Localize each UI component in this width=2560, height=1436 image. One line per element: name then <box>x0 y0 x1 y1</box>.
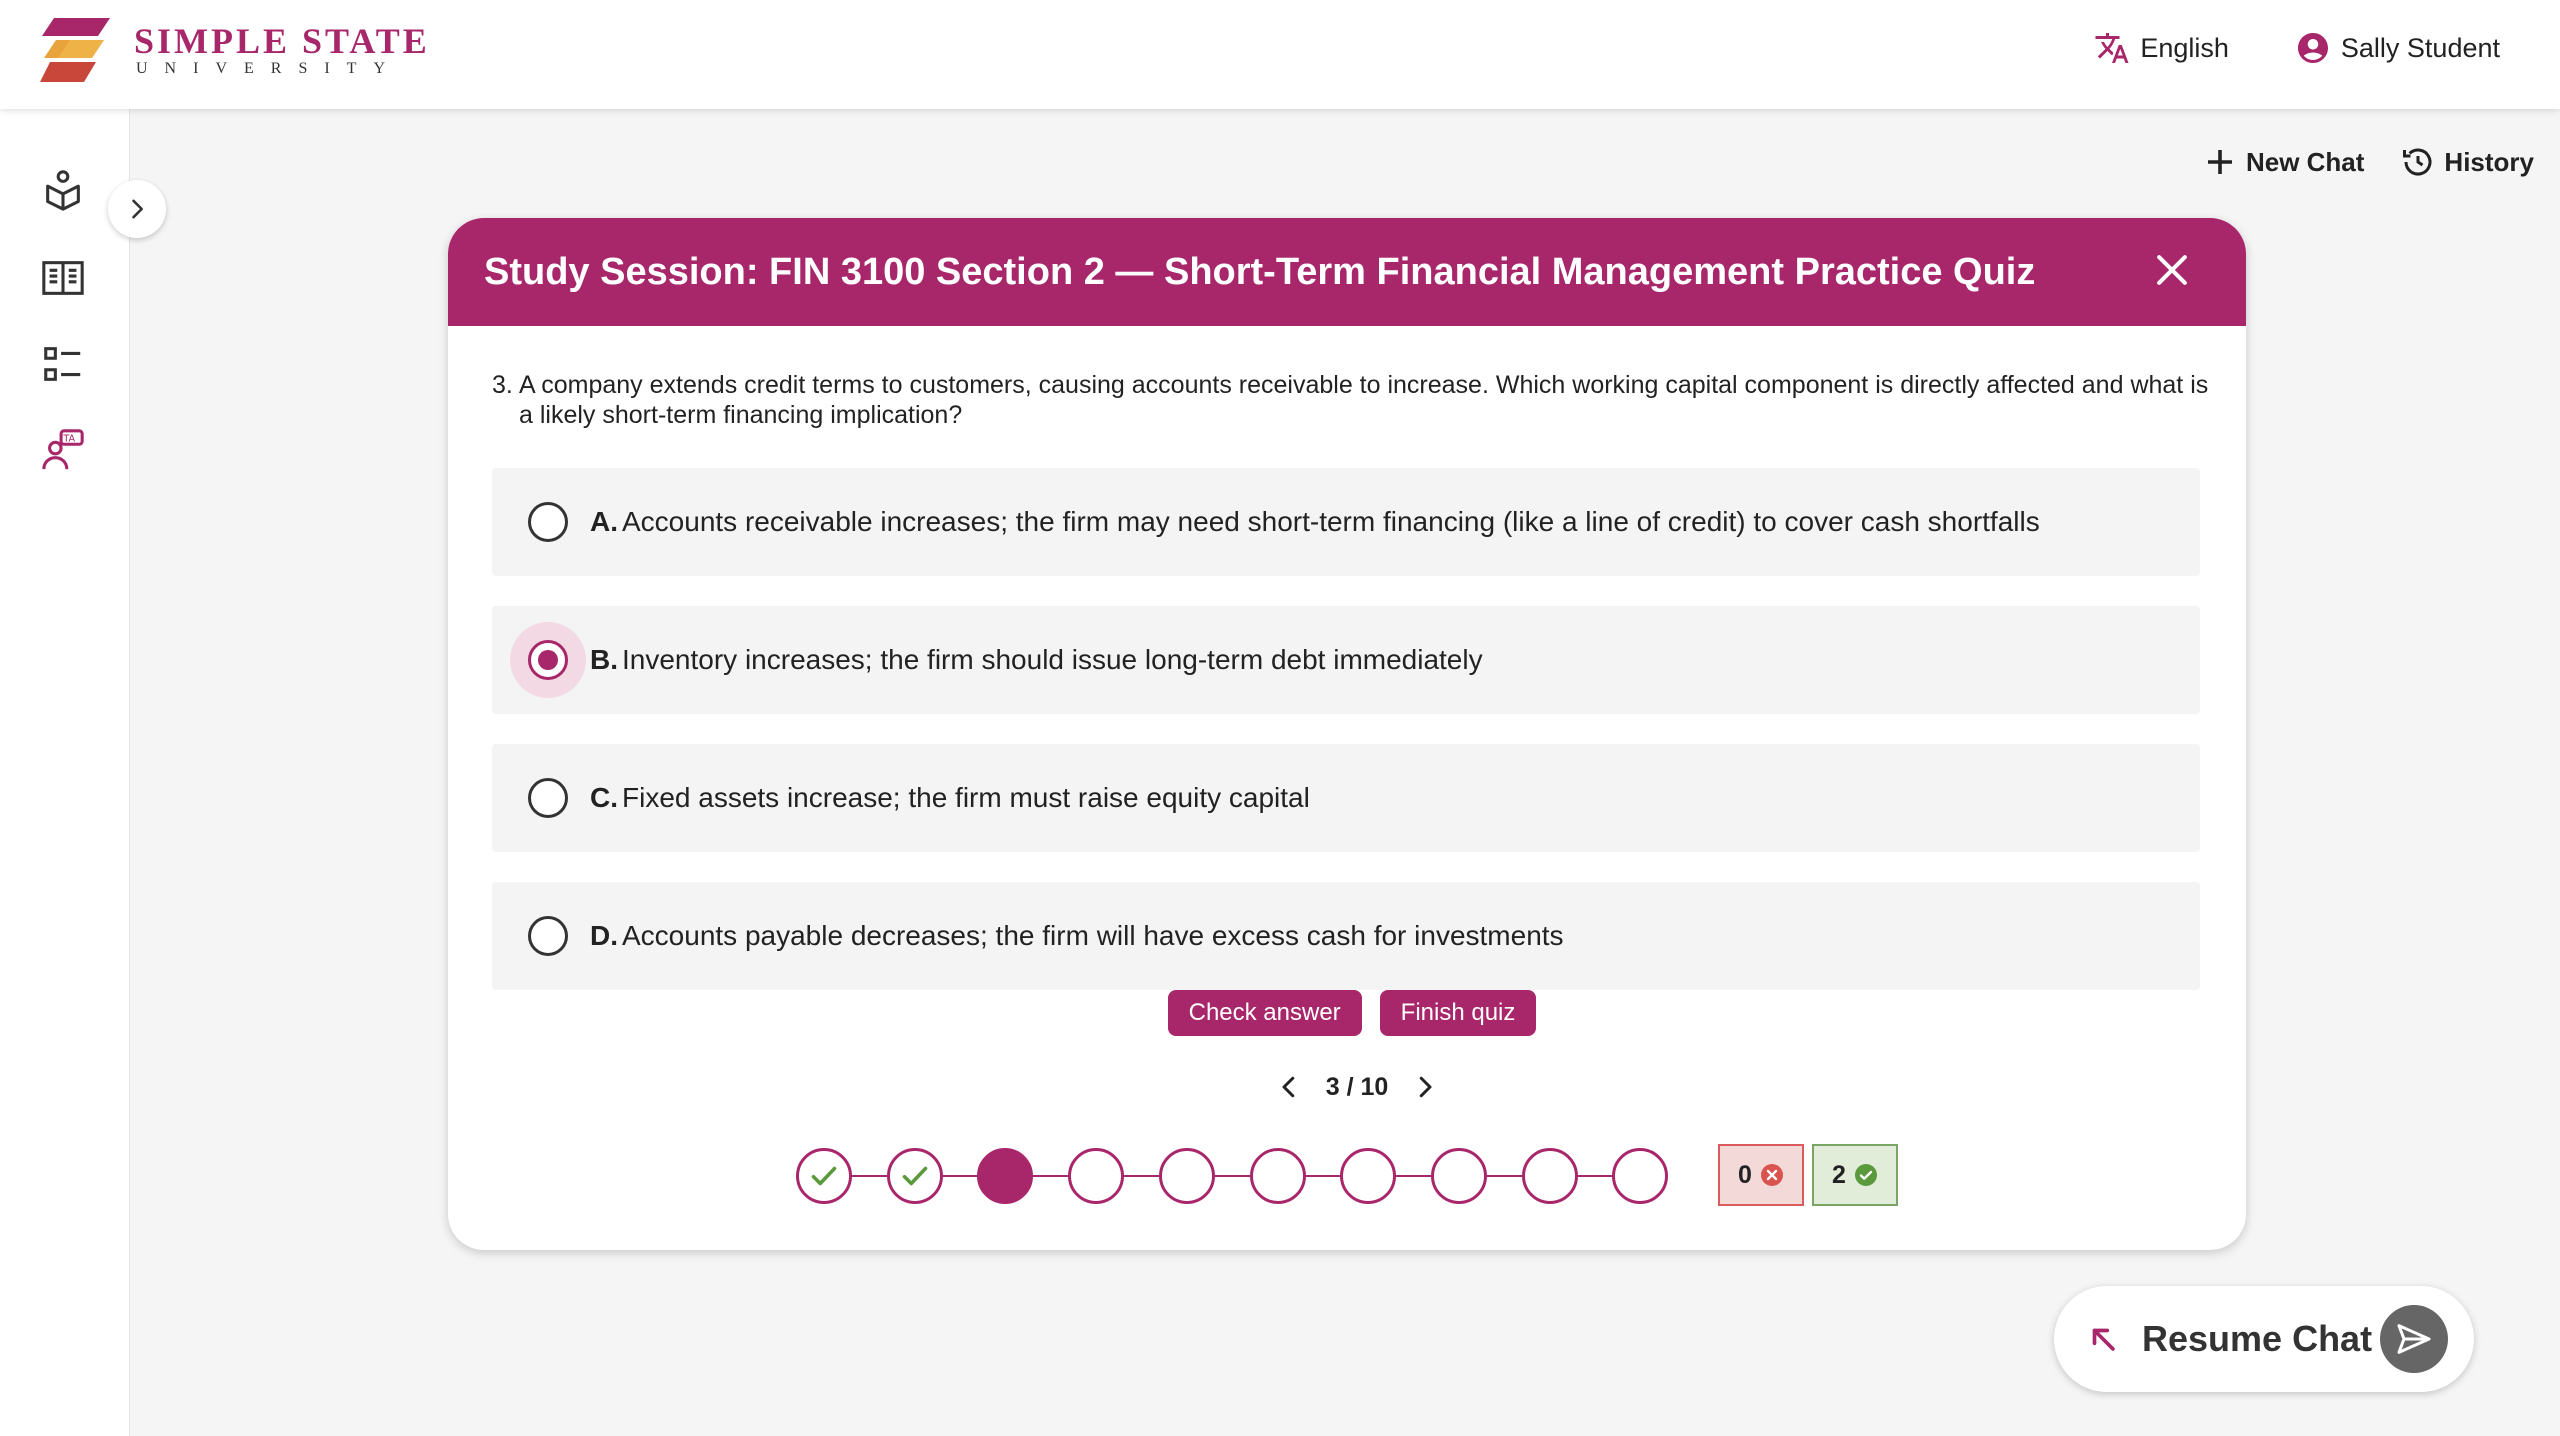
university-logo[interactable]: SIMPLE STATE UNIVERSITY <box>40 14 430 86</box>
correct-count-badge: 2 <box>1812 1144 1898 1206</box>
resume-chat-label: Resume Chat <box>2142 1318 2373 1359</box>
page-indicator: 3 / 10 <box>1325 1072 1389 1101</box>
history-icon <box>2403 148 2432 176</box>
option-d[interactable]: D. Accounts payable decreases; the firm … <box>492 882 2200 990</box>
check-circle-icon <box>1854 1164 1877 1186</box>
new-chat-button[interactable]: New Chat <box>2202 144 2364 180</box>
resume-chat-button[interactable]: Resume Chat <box>2054 1286 2474 1392</box>
progress-dot-7[interactable] <box>1340 1148 1396 1204</box>
progress-dot-2[interactable] <box>887 1148 943 1204</box>
option-letter: A. <box>590 506 618 537</box>
option-letter: D. <box>590 920 618 951</box>
wrong-count: 0 <box>1738 1160 1752 1189</box>
university-name: SIMPLE STATE <box>134 21 430 61</box>
option-a[interactable]: A. Accounts receivable increases; the fi… <box>492 468 2200 576</box>
list-icon <box>44 347 81 381</box>
option-c[interactable]: C. Fixed assets increase; the firm must … <box>492 744 2200 852</box>
progress-dot-10[interactable] <box>1612 1148 1668 1204</box>
sidebar-item-ta[interactable]: TA <box>40 427 86 473</box>
sidebar-item-learn[interactable] <box>40 167 86 213</box>
option-letter: C. <box>590 782 618 813</box>
option-letter: B. <box>590 644 618 675</box>
option-text: Accounts receivable increases; the firm … <box>622 506 2040 537</box>
send-button[interactable] <box>2380 1305 2448 1373</box>
question-progress <box>796 1148 1668 1204</box>
option-d-radio[interactable] <box>528 916 568 956</box>
progress-dot-6[interactable] <box>1250 1148 1306 1204</box>
correct-count: 2 <box>1832 1160 1846 1189</box>
quiz-header: Study Session: FIN 3100 Section 2 — Shor… <box>448 218 2246 326</box>
send-icon <box>2397 1324 2431 1354</box>
wrong-icon <box>1760 1164 1783 1186</box>
option-text: Inventory increases; the firm should iss… <box>622 644 1483 675</box>
close-icon <box>2157 255 2187 285</box>
book-icon <box>42 261 84 295</box>
close-quiz-button[interactable] <box>2150 248 2194 292</box>
plus-icon <box>2207 150 2232 174</box>
check-answer-button[interactable]: Check answer <box>1167 990 1362 1036</box>
university-subtitle: UNIVERSITY <box>136 60 402 77</box>
option-b-radio[interactable] <box>528 640 568 680</box>
progress-dot-3[interactable] <box>977 1148 1033 1204</box>
language-selector[interactable]: English <box>2094 30 2229 66</box>
option-a-radio[interactable] <box>528 502 568 542</box>
question-number: 3. <box>492 371 513 399</box>
progress-dot-9[interactable] <box>1522 1148 1578 1204</box>
wrong-count-badge: 0 <box>1718 1144 1804 1206</box>
question-text: 3. A company extends credit terms to cus… <box>492 370 2212 430</box>
user-menu[interactable]: Sally Student <box>2295 30 2500 66</box>
left-sidebar: TA <box>0 109 130 1436</box>
option-text: Accounts payable decreases; the firm wil… <box>622 920 1564 951</box>
chevron-right-icon[interactable] <box>1410 1072 1440 1102</box>
option-b[interactable]: B. Inventory increases; the firm should … <box>492 606 2200 714</box>
top-header: SIMPLE STATE UNIVERSITY English Sally St… <box>0 0 2560 109</box>
history-button[interactable]: History <box>2400 144 2534 180</box>
option-c-radio[interactable] <box>528 778 568 818</box>
language-label: English <box>2140 32 2229 63</box>
sidebar-item-quiz[interactable] <box>40 341 86 387</box>
question-body: A company extends credit terms to custom… <box>519 371 2209 429</box>
user-name: Sally Student <box>2340 32 2500 63</box>
account-circle-icon <box>2297 33 2328 63</box>
question-pager: 3 / 10 <box>448 1072 2246 1102</box>
svg-text:TA: TA <box>62 434 75 445</box>
progress-dot-1[interactable] <box>796 1148 852 1204</box>
progress-dot-8[interactable] <box>1431 1148 1487 1204</box>
quiz-title: Study Session: FIN 3100 Section 2 — Shor… <box>484 250 2036 293</box>
quiz-card: Study Session: FIN 3100 Section 2 — Shor… <box>448 218 2246 1250</box>
translate-icon <box>2095 33 2129 63</box>
study-box-icon <box>46 170 80 211</box>
option-text: Fixed assets increase; the firm must rai… <box>622 782 1310 813</box>
sidebar-item-notes[interactable] <box>40 255 86 301</box>
check-icon <box>902 1166 928 1186</box>
teaching-assistant-icon: TA <box>42 429 84 470</box>
expand-sidebar-button[interactable] <box>108 180 166 238</box>
new-chat-label: New Chat <box>2245 146 2365 177</box>
arrow-up-left-icon <box>2092 1328 2115 1351</box>
history-label: History <box>2444 146 2534 177</box>
progress-dot-4[interactable] <box>1068 1148 1124 1204</box>
chevron-left-icon[interactable] <box>1274 1072 1304 1102</box>
chevron-right-icon <box>132 199 143 219</box>
progress-dot-5[interactable] <box>1159 1148 1215 1204</box>
finish-quiz-button[interactable]: Finish quiz <box>1379 990 1537 1036</box>
university-logo-icon <box>40 18 110 82</box>
progress-track <box>826 1175 1638 1177</box>
check-icon <box>811 1166 837 1186</box>
